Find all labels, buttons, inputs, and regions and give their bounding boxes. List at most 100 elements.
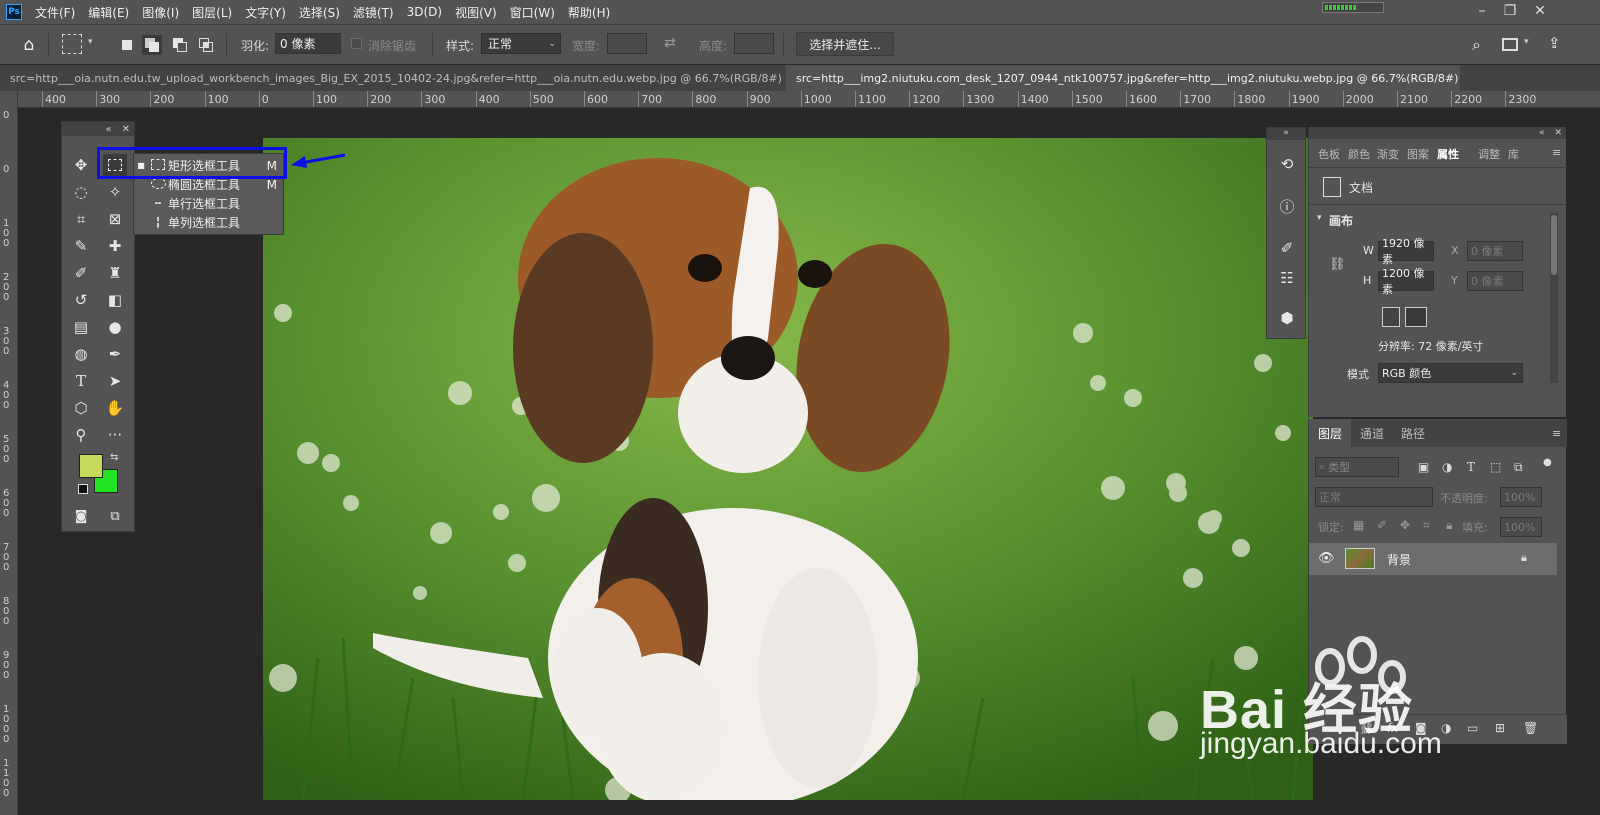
brush-tool-icon[interactable]: ✐ xyxy=(69,262,93,284)
antialias-checkbox[interactable] xyxy=(351,38,362,49)
menu-type[interactable]: 文字(Y) xyxy=(245,4,286,21)
menu-edit[interactable]: 编辑(E) xyxy=(88,4,129,21)
restore-button[interactable]: ❐ xyxy=(1496,0,1524,22)
crop-tool-icon[interactable]: ⌗ xyxy=(69,208,93,230)
shape-tool-icon[interactable]: ⬡ xyxy=(69,397,93,419)
subtract-from-selection-button[interactable] xyxy=(170,35,190,55)
tab-patterns[interactable]: 图案 xyxy=(1407,146,1429,162)
type-tool-icon[interactable]: T xyxy=(69,370,93,392)
brush-settings-icon[interactable]: ✐ xyxy=(1275,236,1299,260)
search-icon[interactable]: ⌕ xyxy=(1472,35,1481,55)
new-selection-button[interactable] xyxy=(117,35,137,55)
history-panel-icon[interactable]: ⟲ xyxy=(1275,152,1299,176)
tab-libraries[interactable]: 库 xyxy=(1508,146,1519,162)
info-panel-icon[interactable]: ⓘ xyxy=(1275,194,1299,218)
height-input[interactable] xyxy=(734,33,774,54)
color-mode-dropdown[interactable]: RGB 颜色 ⌄ xyxy=(1378,363,1523,383)
layer-filter-dropdown[interactable]: ⌕ 类型 xyxy=(1315,457,1399,477)
select-and-mask-button[interactable]: 选择并遮住... xyxy=(796,32,894,56)
workspace-icon[interactable] xyxy=(1502,38,1518,51)
tab-adjustments[interactable]: 调整 xyxy=(1478,146,1500,162)
blur-tool-icon[interactable]: ● xyxy=(103,316,127,338)
filter-smart-object-icon[interactable]: ⧉ xyxy=(1514,460,1523,475)
portrait-icon[interactable] xyxy=(1382,307,1400,327)
expand-icon[interactable]: » xyxy=(1267,128,1305,140)
fill-input[interactable]: 100% xyxy=(1500,517,1542,537)
gradient-tool-icon[interactable]: ▤ xyxy=(69,316,93,338)
opacity-input[interactable]: 100% xyxy=(1500,487,1542,507)
properties-scrollbar[interactable] xyxy=(1550,213,1558,383)
magic-wand-tool-icon[interactable]: ✧ xyxy=(103,181,127,203)
marquee-preset-icon[interactable] xyxy=(62,34,82,54)
tab-gradients[interactable]: 渐变 xyxy=(1377,146,1399,162)
swap-colors-icon[interactable]: ⇆ xyxy=(110,452,118,463)
dodge-tool-icon[interactable]: ◍ xyxy=(69,343,93,365)
visibility-eye-icon[interactable]: 👁︎ xyxy=(1318,551,1335,566)
collapse-icon[interactable]: « xyxy=(1539,128,1545,138)
close-icon[interactable]: ✕ xyxy=(122,124,130,135)
tab-document-1[interactable]: src=http___oia.nutn.edu.tw_upload_workbe… xyxy=(0,65,784,91)
history-brush-tool-icon[interactable]: ↺ xyxy=(69,289,93,311)
filter-pixel-icon[interactable]: ▣ xyxy=(1418,460,1429,474)
adjustments-icon[interactable]: ☷ xyxy=(1275,266,1299,290)
intersect-selection-button[interactable] xyxy=(196,35,216,55)
close-window-button[interactable]: ✕ xyxy=(1526,0,1554,22)
default-colors-icon[interactable] xyxy=(78,484,88,494)
more-tools-icon[interactable]: ··· xyxy=(103,424,127,446)
landscape-icon[interactable] xyxy=(1405,307,1427,327)
canvas-y-input[interactable]: 0 像素 xyxy=(1467,271,1523,291)
menu-image[interactable]: 图像(I) xyxy=(142,4,179,21)
width-input[interactable] xyxy=(607,33,647,54)
tab-paths[interactable]: 路径 xyxy=(1392,419,1434,447)
screen-mode-icon[interactable]: ⧉ xyxy=(103,505,127,527)
hand-tool-icon[interactable]: ✋ xyxy=(103,397,127,419)
collapse-icon[interactable]: « xyxy=(105,124,111,135)
canvas-height-input[interactable]: 1200 像素 xyxy=(1378,267,1434,296)
eyedropper-tool-icon[interactable]: ✎ xyxy=(69,235,93,257)
menu-3d[interactable]: 3D(D) xyxy=(407,5,442,19)
filter-adjustment-icon[interactable]: ◑ xyxy=(1442,460,1452,474)
menu-layer[interactable]: 图层(L) xyxy=(192,4,232,21)
share-icon[interactable]: ⇪ xyxy=(1548,34,1561,52)
tab-color[interactable]: 颜色 xyxy=(1348,146,1370,162)
pen-tool-icon[interactable]: ✒ xyxy=(103,343,127,365)
chevron-down-icon[interactable]: ▾ xyxy=(1317,213,1322,223)
menu-help[interactable]: 帮助(H) xyxy=(568,4,610,21)
filter-shape-icon[interactable]: ⬚ xyxy=(1490,460,1501,474)
path-selection-tool-icon[interactable]: ➤ xyxy=(103,370,127,392)
frame-tool-icon[interactable]: ⊠ xyxy=(103,208,127,230)
canvas-image[interactable] xyxy=(263,138,1313,800)
flyout-item-single-column-marquee[interactable]: ╏ 单列选框工具 xyxy=(134,213,285,232)
blend-mode-dropdown[interactable]: 正常 xyxy=(1315,487,1433,507)
clone-stamp-tool-icon[interactable]: ♜ xyxy=(103,262,127,284)
minimize-button[interactable]: – xyxy=(1468,0,1496,22)
layer-row-background[interactable]: 👁︎ 背景 🔒︎ xyxy=(1309,543,1557,575)
canvas-width-input[interactable]: 1920 像素 xyxy=(1378,237,1434,266)
canvas-x-input[interactable]: 0 像素 xyxy=(1467,241,1523,261)
lock-position-icon[interactable]: ✥ xyxy=(1400,518,1410,532)
panel-menu-icon[interactable]: ≡ xyxy=(1552,427,1561,440)
close-icon[interactable]: ✕ xyxy=(1554,128,1562,138)
tab-document-2[interactable]: src=http___img2.niutuku.com_desk_1207_09… xyxy=(786,65,1460,91)
panel-menu-icon[interactable]: ≡ xyxy=(1552,146,1561,159)
home-icon[interactable]: ⌂ xyxy=(18,34,40,56)
layer-name[interactable]: 背景 xyxy=(1387,551,1411,568)
menu-filter[interactable]: 滤镜(T) xyxy=(353,4,394,21)
filter-toggle-icon[interactable]: ● xyxy=(1543,457,1552,468)
filter-type-icon[interactable]: T xyxy=(1467,460,1475,474)
add-to-selection-button[interactable] xyxy=(142,35,162,55)
lock-all-icon[interactable]: 🔒︎ xyxy=(1446,518,1452,533)
swap-dimensions-icon[interactable]: ⇄ xyxy=(664,35,676,51)
move-tool-icon[interactable]: ✥ xyxy=(69,154,93,176)
flyout-item-single-row-marquee[interactable]: ╍ 单行选框工具 xyxy=(134,194,285,213)
feather-input[interactable]: 0 像素 xyxy=(275,33,341,54)
style-dropdown[interactable]: 正常 ⌄ xyxy=(481,33,561,54)
tab-properties[interactable]: 属性 xyxy=(1437,146,1459,162)
scrollbar-thumb[interactable] xyxy=(1551,215,1557,275)
menu-file[interactable]: 文件(F) xyxy=(35,4,75,21)
lock-artboard-icon[interactable]: ⌗ xyxy=(1423,518,1430,533)
menu-view[interactable]: 视图(V) xyxy=(455,4,497,21)
link-icon[interactable]: ⛓ xyxy=(1329,257,1346,272)
zoom-tool-icon[interactable]: ⚲ xyxy=(69,424,93,446)
healing-brush-tool-icon[interactable]: ✚ xyxy=(103,235,127,257)
